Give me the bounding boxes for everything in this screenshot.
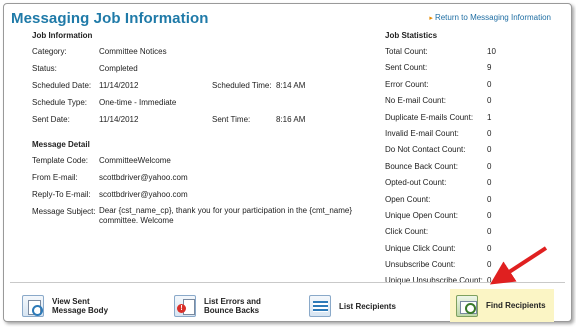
from-email-label: From E-mail: [32, 173, 78, 182]
list-errors-button[interactable]: List Errors and Bounce Backs [174, 291, 261, 321]
stat-label: Do Not Contact Count: [385, 145, 466, 155]
stat-row: Unique Open Count: 0 [385, 210, 515, 226]
error-list-icon [174, 295, 196, 317]
stat-value: 1 [487, 112, 492, 122]
stat-label: Click Count: [385, 227, 429, 237]
stat-label: Error Count: [385, 79, 429, 89]
status-value: Completed [99, 64, 138, 73]
stat-row: Error Count: 0 [385, 79, 515, 95]
list-errors-label: List Errors and Bounce Backs [204, 297, 261, 315]
stat-value: 0 [487, 194, 492, 204]
stat-value: 0 [487, 161, 492, 171]
job-info-section: Job Information Category: Committee Noti… [32, 31, 372, 232]
find-recipients-label: Find Recipients [486, 301, 546, 310]
stat-label: Unique Open Count: [385, 210, 458, 220]
status-row: Status: Completed [32, 63, 372, 80]
find-recipients-button[interactable]: Find Recipients [450, 289, 554, 322]
schedule-type-value: One-time - Immediate [99, 98, 177, 107]
reply-to-row: Reply-To E-mail: scottbdriver@yahoo.com [32, 189, 372, 206]
find-recipients-icon [456, 294, 478, 317]
sent-date-value: 11/14/2012 [99, 115, 139, 124]
sent-time-value: 8:16 AM [276, 115, 306, 124]
stat-row: Total Count: 10 [385, 46, 515, 62]
return-link-label: Return to Messaging Information [434, 13, 551, 22]
scheduled-date-label: Scheduled Date: [32, 81, 92, 90]
category-label: Category: [32, 47, 67, 56]
stat-label: Invalid E-mail Count: [385, 128, 459, 138]
stat-row: Opted-out Count: 0 [385, 177, 515, 193]
stat-value: 0 [487, 210, 492, 220]
list-recipients-button[interactable]: List Recipients [309, 291, 396, 321]
stat-value: 0 [487, 227, 492, 237]
stat-label: Duplicate E-mails Count: [385, 112, 474, 122]
schedule-type-row: Schedule Type: One-time - Immediate [32, 97, 372, 114]
stat-row: Bounce Back Count: 0 [385, 161, 515, 177]
view-message-icon [22, 295, 44, 317]
stat-row: No E-mail Count: 0 [385, 95, 515, 111]
from-email-row: From E-mail: scottbdriver@yahoo.com [32, 172, 372, 189]
list-errors-line1: List Errors and [204, 297, 261, 306]
return-to-messaging-link[interactable]: ▸ Return to Messaging Information [429, 13, 551, 22]
stat-label: No E-mail Count: [385, 96, 446, 106]
red-annotation-arrow [489, 246, 548, 285]
stat-value: 0 [487, 128, 492, 138]
stat-row: Sent Count: 9 [385, 62, 515, 78]
sent-date-label: Sent Date: [32, 115, 70, 124]
from-email-value: scottbdriver@yahoo.com [99, 173, 188, 182]
list-recipients-icon [309, 295, 331, 317]
template-code-label: Template Code: [32, 156, 89, 165]
subject-label: Message Subject: [32, 207, 96, 216]
subject-value: Dear {cst_name_cp}, thank you for your p… [99, 206, 353, 225]
job-statistics-heading: Job Statistics [385, 31, 438, 40]
arrow-right-icon: ▸ [429, 15, 433, 22]
stat-value: 10 [487, 47, 496, 56]
stat-label: Total Count: [385, 47, 428, 56]
view-sent-line2: Message Body [52, 306, 109, 315]
status-label: Status: [32, 64, 57, 73]
reply-to-label: Reply-To E-mail: [32, 190, 91, 199]
message-detail-heading: Message Detail [32, 140, 90, 149]
view-sent-label: View Sent Message Body [52, 297, 108, 315]
view-sent-message-button[interactable]: View Sent Message Body [22, 291, 108, 321]
stat-value: 9 [487, 63, 492, 73]
sent-row: Sent Date: 11/14/2012 Sent Time: 8:16 AM [32, 114, 372, 131]
stat-value: 0 [487, 79, 492, 89]
stat-value: 0 [487, 96, 492, 106]
page-title: Messaging Job Information [11, 10, 209, 27]
stat-row: Click Count: 0 [385, 226, 515, 242]
stat-label: Opted-out Count: [385, 178, 447, 188]
list-recipients-label: List Recipients [339, 301, 396, 311]
view-sent-line1: View Sent [52, 297, 90, 306]
stat-row: Invalid E-mail Count: 0 [385, 128, 515, 144]
stat-label: Sent Count: [385, 63, 428, 73]
job-info-heading: Job Information [32, 31, 93, 40]
scheduled-time-value: 8:14 AM [276, 81, 306, 90]
scheduled-date-value: 11/14/2012 [99, 81, 139, 90]
template-code-value: CommitteeWelcome [99, 156, 171, 165]
template-code-row: Template Code: CommitteeWelcome [32, 155, 372, 172]
stat-label: Unsubscribe Count: [385, 260, 456, 270]
stat-label: Unique Click Count: [385, 243, 456, 253]
reply-to-value: scottbdriver@yahoo.com [99, 190, 188, 199]
stat-label: Unique Unsubscribe Count: [385, 276, 483, 286]
category-row: Category: Committee Notices [32, 46, 372, 63]
stat-value: 0 [487, 145, 492, 155]
category-value: Committee Notices [99, 47, 167, 56]
stat-row: Open Count: 0 [385, 194, 515, 210]
stat-row: Duplicate E-mails Count: 1 [385, 112, 515, 128]
scheduled-time-label: Scheduled Time: [212, 81, 272, 90]
scheduled-row: Scheduled Date: 11/14/2012 Scheduled Tim… [32, 80, 372, 97]
list-errors-line2: Bounce Backs [204, 306, 260, 315]
schedule-type-label: Schedule Type: [32, 98, 88, 107]
stat-label: Open Count: [385, 194, 431, 204]
stat-value: 0 [487, 178, 492, 188]
sent-time-label: Sent Time: [212, 115, 251, 124]
stat-label: Bounce Back Count: [385, 161, 458, 171]
stat-row: Do Not Contact Count: 0 [385, 144, 515, 160]
subject-row: Message Subject: Dear {cst_name_cp}, tha… [32, 206, 372, 232]
